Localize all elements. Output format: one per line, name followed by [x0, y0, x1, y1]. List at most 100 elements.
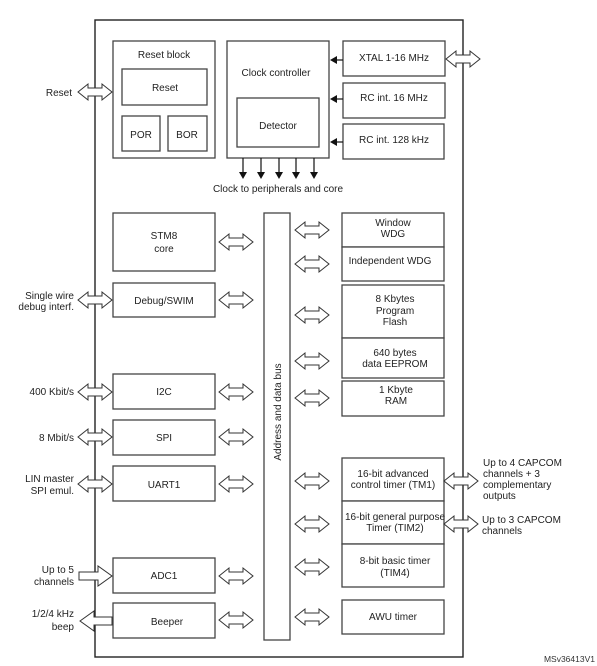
debug-bus-arrow-icon	[218, 291, 254, 309]
ram-bus-arrow-icon	[294, 389, 330, 407]
tim2-ext-arrow-icon	[443, 515, 479, 533]
svg-text:RC int. 16 MHz: RC int. 16 MHz	[360, 93, 428, 104]
i2c-block: I2C	[112, 373, 216, 410]
ext-adc-label-2: channels	[34, 577, 74, 588]
svg-text:I2C: I2C	[156, 387, 172, 398]
tim1-ext-arrow-icon	[443, 472, 479, 490]
wwdg-bus-arrow-icon	[294, 221, 330, 239]
flash-bus-arrow-icon	[294, 306, 330, 324]
ext-i2c-label: 400 Kbit/s	[30, 387, 74, 398]
figure-id: MSv36413V1	[544, 654, 595, 664]
clock-source-rc16m: RC int. 16 MHz	[330, 82, 446, 119]
spi-bus-arrow-icon	[218, 428, 254, 446]
beeper-block: Beeper	[112, 602, 216, 639]
ext-tim1-label-4: outputs	[483, 491, 516, 502]
tim4-block: 8-bit basic timer (TIM4)	[341, 543, 445, 588]
clock-controller: Clock controller Detector	[226, 40, 330, 159]
svg-text:RC int. 128 kHz: RC int. 128 kHz	[359, 135, 429, 146]
svg-text:8-bit basic timer: 8-bit basic timer	[360, 556, 431, 567]
i2c-bus-arrow-icon	[218, 383, 254, 401]
arrow-left-icon	[330, 56, 337, 64]
detector-label: Detector	[259, 121, 297, 132]
ext-tim2-label-1: Up to 3 CAPCOM	[482, 515, 561, 526]
ext-beep-label-1: 1/2/4 kHz	[32, 609, 74, 620]
adc-bus-arrow-icon	[218, 567, 254, 585]
svg-text:data EEPROM: data EEPROM	[362, 359, 428, 370]
svg-text:Flash: Flash	[383, 317, 407, 328]
tim2-block: 16-bit general purpose Timer (TIM2)	[341, 500, 446, 545]
svg-text:WDG: WDG	[381, 229, 406, 240]
clock-source-xtal: XTAL 1-16 MHz	[330, 40, 446, 77]
svg-text:core: core	[154, 244, 174, 255]
svg-text:Window: Window	[375, 218, 411, 229]
ext-tim2-label-2: channels	[482, 526, 522, 537]
svg-text:Beeper: Beeper	[151, 617, 184, 628]
svg-text:control timer (TM1): control timer (TM1)	[351, 480, 435, 491]
tim1-bus-arrow-icon	[294, 472, 330, 490]
beep-output-arrow-icon	[79, 610, 113, 632]
clock-source-rc128k: RC int. 128 kHz	[330, 123, 445, 160]
ext-uart-label-2: SPI emul.	[31, 486, 74, 497]
adc1-block: ADC1	[112, 557, 216, 594]
ram-block: 1 Kbyte RAM	[341, 380, 445, 417]
iwdg-bus-arrow-icon	[294, 255, 330, 273]
svg-text:16-bit general purpose: 16-bit general purpose	[345, 512, 446, 523]
independent-wdg-block: Independent WDG	[341, 246, 445, 282]
svg-text:1 Kbyte: 1 Kbyte	[379, 385, 413, 396]
svg-text:STM8: STM8	[151, 231, 178, 242]
svg-text:AWU timer: AWU timer	[369, 612, 418, 623]
arrow-left-icon	[330, 95, 337, 103]
svg-text:Program: Program	[376, 306, 414, 317]
svg-text:RAM: RAM	[385, 396, 407, 407]
ext-spi-label: 8 Mbit/s	[39, 433, 74, 444]
ext-tim1-label-3: complementary	[483, 480, 551, 491]
ext-adc-label-1: Up to 5	[42, 565, 75, 576]
ext-swim-label-1: Single wire	[25, 291, 74, 302]
por-label: POR	[130, 130, 152, 141]
clock-output-arrows	[239, 158, 318, 179]
arrow-left-icon	[330, 138, 337, 146]
svg-text:SPI: SPI	[156, 433, 172, 444]
svg-text:Independent WDG: Independent WDG	[349, 256, 432, 267]
address-data-bus: Address and data bus	[263, 212, 291, 641]
svg-text:(TIM4): (TIM4)	[380, 568, 409, 579]
svg-text:XTAL 1-16 MHz: XTAL 1-16 MHz	[359, 53, 429, 64]
svg-text:ADC1: ADC1	[151, 571, 178, 582]
tim1-block: 16-bit advanced control timer (TM1)	[341, 457, 445, 502]
reset-box-label: Reset	[152, 83, 178, 94]
svg-text:16-bit advanced: 16-bit advanced	[357, 469, 428, 480]
program-flash-block: 8 Kbytes Program Flash	[341, 284, 445, 339]
uart-bus-arrow-icon	[218, 475, 254, 493]
spi-block: SPI	[112, 419, 216, 456]
awu-timer-block: AWU timer	[341, 599, 445, 635]
core-bus-arrow-icon	[218, 233, 254, 251]
tim4-bus-arrow-icon	[294, 558, 330, 576]
ext-beep-label-2: beep	[52, 622, 75, 633]
svg-text:8 Kbytes: 8 Kbytes	[376, 294, 415, 305]
ext-tim1-label-1: Up to 4 CAPCOM	[483, 458, 562, 469]
reset-block-title: Reset block	[138, 50, 191, 61]
awu-bus-arrow-icon	[294, 608, 330, 626]
ext-swim-label-2: debug interf.	[18, 302, 74, 313]
ext-uart-label-1: LIN master	[25, 474, 75, 485]
clock-controller-title: Clock controller	[242, 68, 312, 79]
bus-label: Address and data bus	[273, 363, 284, 460]
bor-label: BOR	[176, 130, 198, 141]
eeprom-bus-arrow-icon	[294, 352, 330, 370]
svg-text:Timer (TIM2): Timer (TIM2)	[366, 523, 423, 534]
block-diagram: Reset block Reset POR BOR Reset Clock co…	[18, 19, 595, 664]
svg-text:UART1: UART1	[148, 480, 181, 491]
clock-caption: Clock to peripherals and core	[213, 184, 344, 195]
reset-block: Reset block Reset POR BOR	[112, 40, 216, 159]
svg-text:Debug/SWIM: Debug/SWIM	[134, 296, 193, 307]
data-eeprom-block: 640 bytes data EEPROM	[341, 337, 445, 379]
window-wdg-block: Window WDG	[341, 212, 445, 248]
stm8-core-block: STM8 core	[112, 212, 216, 272]
ext-reset-label: Reset	[46, 88, 72, 99]
uart1-block: UART1	[112, 465, 216, 502]
svg-text:640 bytes: 640 bytes	[373, 348, 416, 359]
beeper-bus-arrow-icon	[218, 611, 254, 629]
ext-tim1-label-2: channels + 3	[483, 469, 540, 480]
debug-swim-block: Debug/SWIM	[112, 282, 216, 318]
tim2-bus-arrow-icon	[294, 515, 330, 533]
